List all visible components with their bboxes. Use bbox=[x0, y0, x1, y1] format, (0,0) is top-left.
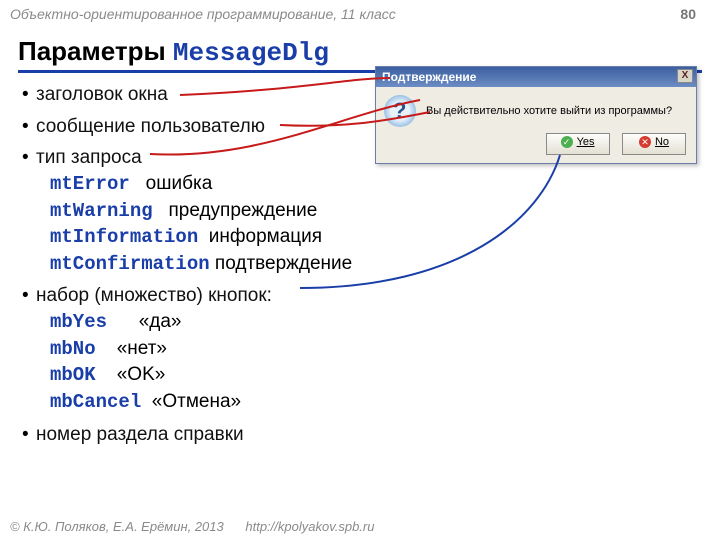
type-desc: предупреждение bbox=[168, 200, 317, 221]
dialog-buttons: ✓Yes ✕No bbox=[376, 131, 696, 163]
type-code: mtError bbox=[50, 173, 130, 195]
title-text: Параметры bbox=[18, 36, 173, 66]
bullet-help: номер раздела справки bbox=[22, 422, 702, 448]
close-icon[interactable]: X bbox=[677, 69, 693, 83]
title-code: MessageDlg bbox=[173, 38, 329, 68]
footer-url: http://kpolyakov.spb.ru bbox=[245, 519, 374, 534]
btn-code: mbCancel bbox=[50, 391, 141, 413]
type-code: mtConfirmation bbox=[50, 253, 210, 275]
dialog-titlebar: Подтверждение X bbox=[376, 67, 696, 87]
type-code: mtInformation bbox=[50, 226, 198, 248]
btn-desc: «нет» bbox=[117, 338, 167, 359]
btn-code: mbYes bbox=[50, 311, 107, 333]
cross-icon: ✕ bbox=[639, 136, 651, 148]
type-desc: подтверждение bbox=[215, 253, 352, 274]
confirm-dialog: Подтверждение X Вы действительно хотите … bbox=[375, 66, 697, 164]
dialog-body: Вы действительно хотите выйти из програм… bbox=[376, 87, 696, 131]
copyright: © К.Ю. Поляков, Е.А. Ерёмин, 2013 bbox=[10, 519, 224, 534]
bullet-type: тип запроса mtError ошибка mtWarning пре… bbox=[22, 145, 702, 277]
btn-desc: «Отмена» bbox=[152, 391, 241, 412]
bullet-buttons: набор (множество) кнопок: mbYes «да» mbN… bbox=[22, 283, 702, 415]
course-label: Объектно-ориентированное программировани… bbox=[10, 6, 396, 22]
dialog-message: Вы действительно хотите выйти из програм… bbox=[426, 105, 672, 117]
btn-code: mbOK bbox=[50, 364, 96, 386]
page-title: Параметры MessageDlg bbox=[18, 36, 329, 68]
btn-code: mbNo bbox=[50, 338, 96, 360]
footer: © К.Ю. Поляков, Е.А. Ерёмин, 2013 http:/… bbox=[0, 514, 720, 540]
question-icon bbox=[384, 95, 416, 127]
type-desc: информация bbox=[209, 226, 322, 247]
page-number: 80 bbox=[680, 6, 696, 22]
no-button[interactable]: ✕No bbox=[622, 133, 686, 155]
dialog-title-text: Подтверждение bbox=[382, 70, 476, 84]
type-desc: ошибка bbox=[146, 173, 213, 194]
yes-button[interactable]: ✓Yes bbox=[546, 133, 610, 155]
btn-desc: «да» bbox=[139, 311, 182, 332]
check-icon: ✓ bbox=[561, 136, 573, 148]
type-code: mtWarning bbox=[50, 200, 153, 222]
btn-desc: «OK» bbox=[117, 364, 166, 385]
header: Объектно-ориентированное программировани… bbox=[0, 0, 720, 28]
